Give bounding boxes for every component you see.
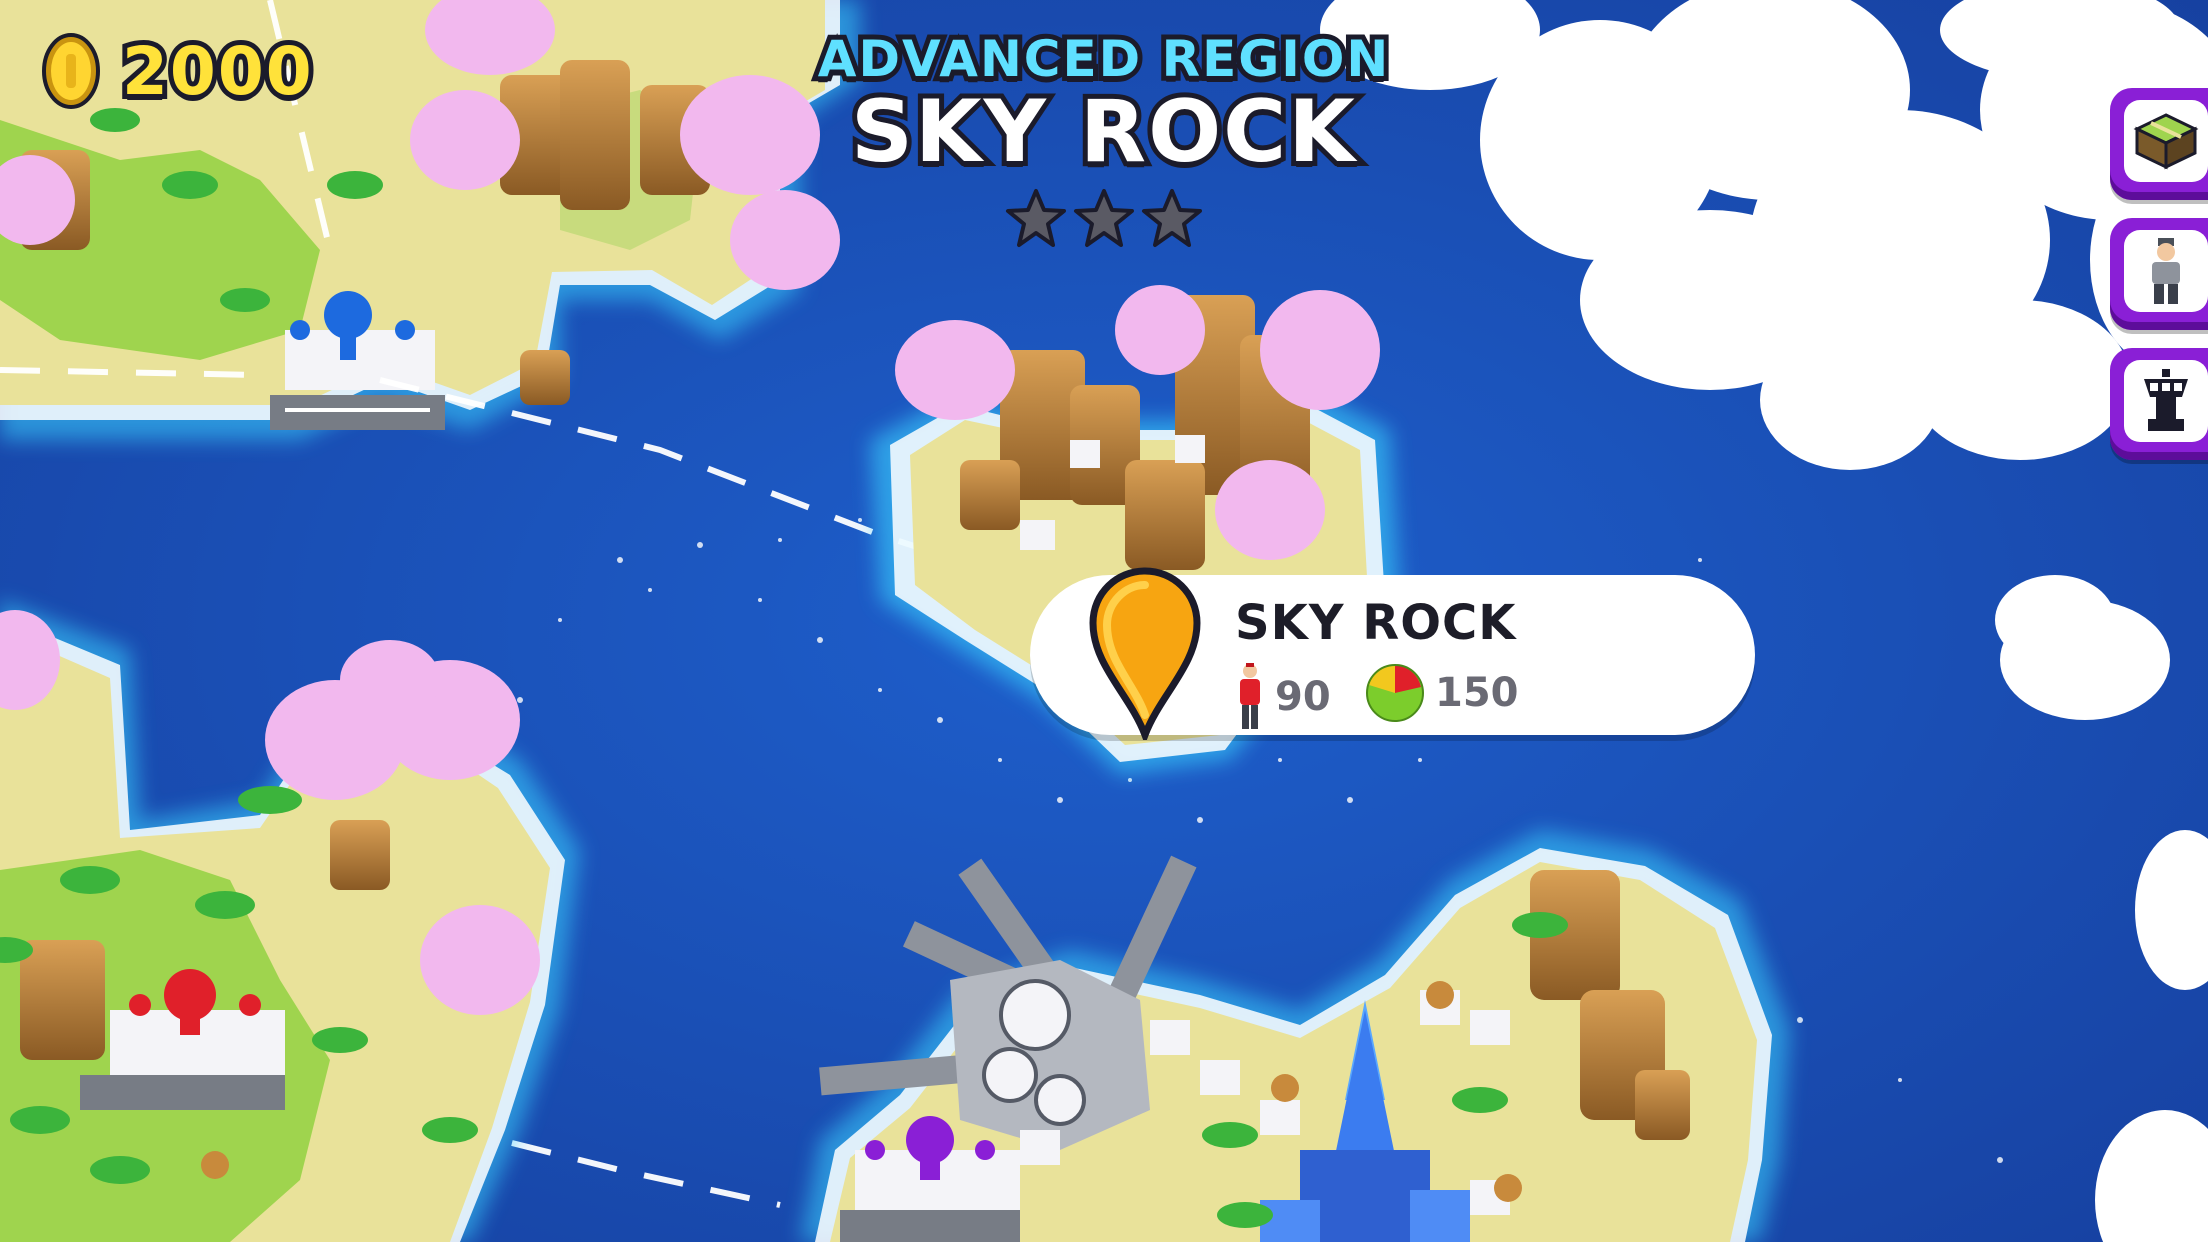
population-stat: 90 (1235, 663, 1331, 731)
map-pin-icon (1089, 567, 1201, 740)
passenger-icon (2152, 238, 2180, 304)
resources-stat: 150 (1365, 663, 1519, 723)
star-icon (1074, 189, 1134, 247)
island-name: SKY ROCK (1235, 595, 1517, 651)
population-value: 90 (1275, 674, 1331, 720)
pie-chart-icon (1366, 664, 1424, 722)
region-header: ADVANCED REGION SKY ROCK (0, 25, 2208, 250)
resources-value: 150 (1435, 670, 1519, 716)
person-icon (1240, 663, 1260, 729)
star-icon (1142, 189, 1202, 247)
star-icon (1006, 189, 1066, 247)
region-tier: ADVANCED REGION (813, 25, 1393, 93)
island-info-card[interactable]: SKY ROCK 90 150 (1030, 567, 1755, 740)
control-tower-button[interactable] (2110, 348, 2208, 460)
map-tile-icon (2133, 113, 2199, 170)
region-name: SKY ROCK (846, 77, 1360, 187)
star-rating (0, 188, 2208, 250)
control-tower-icon (2144, 369, 2188, 431)
map-tile-button[interactable] (2110, 88, 2208, 200)
island-left[interactable] (0, 600, 580, 1242)
passenger-button[interactable] (2110, 218, 2208, 330)
